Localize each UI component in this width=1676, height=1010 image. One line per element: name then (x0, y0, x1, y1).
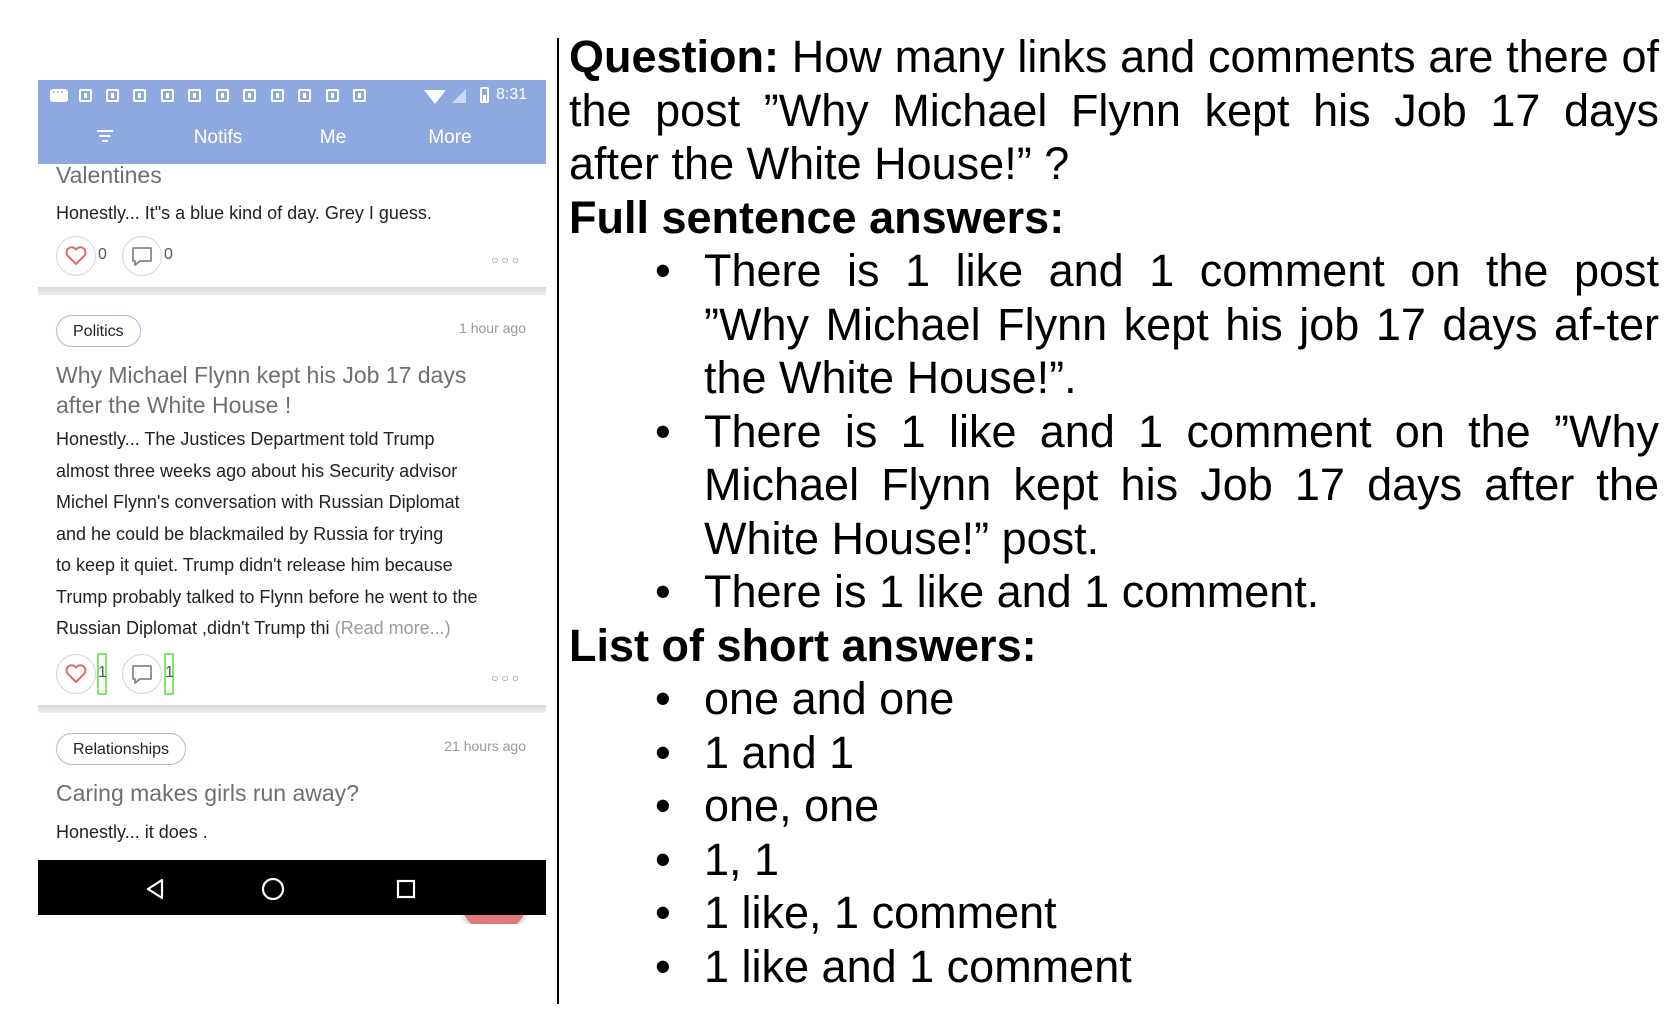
signal-icon (452, 89, 466, 103)
notification-icon (271, 89, 284, 102)
full-answers-heading: Full sentence answers: (569, 191, 1065, 243)
short-answer: 1 like, 1 comment (569, 886, 1659, 940)
tab-me[interactable]: Me (288, 112, 378, 164)
divider (38, 705, 546, 713)
short-answers-list: one and one 1 and 1 one, one 1, 1 1 like… (569, 672, 1659, 993)
comment-icon (131, 664, 152, 684)
message-icon (50, 85, 68, 102)
notification-icon (188, 89, 201, 102)
like-button[interactable] (56, 236, 96, 276)
status-bar: 8:31 (38, 80, 546, 112)
recent-apps-icon[interactable] (396, 879, 416, 899)
qa-panel: Question: How many links and comments ar… (569, 30, 1659, 993)
notification-icon (79, 89, 92, 102)
notification-icon (216, 89, 229, 102)
read-more-link[interactable]: (Read more...) (335, 618, 451, 638)
filter-icon[interactable] (80, 112, 130, 164)
post-title: Caring makes girls run away? (56, 780, 359, 806)
heart-icon (65, 245, 86, 265)
notification-icon (353, 89, 366, 102)
tab-notifs[interactable]: Notifs (168, 112, 268, 164)
post-card[interactable]: Politics 1 hour ago Why Michael Flynn ke… (38, 295, 546, 705)
full-answer: There is 1 like and 1 comment on the pos… (569, 244, 1659, 405)
full-answer: There is 1 like and 1 comment on the ”Wh… (569, 405, 1659, 566)
vertical-divider (557, 38, 559, 1004)
full-answer: There is 1 like and 1 comment. (569, 565, 1659, 619)
notification-icon (326, 89, 339, 102)
notification-icon (133, 89, 146, 102)
comment-count: 0 (164, 246, 173, 263)
like-count: 0 (98, 246, 107, 263)
post-title: Valentines (56, 164, 162, 188)
wifi-icon (424, 90, 446, 104)
post-body: Honestly... It"s a blue kind of day. Gre… (56, 203, 432, 223)
question: Question: How many links and comments ar… (569, 30, 1659, 191)
post-body: Honestly... The Justices Department told… (56, 429, 478, 638)
battery-icon (480, 87, 489, 103)
comment-button[interactable] (122, 654, 162, 694)
divider (38, 287, 546, 295)
post-title: Why Michael Flynn kept his Job 17 days a… (56, 362, 467, 418)
short-answer: one, one (569, 779, 1659, 833)
short-answer: 1 like and 1 comment (569, 940, 1659, 994)
short-answers-heading: List of short answers: (569, 619, 1037, 671)
post-time: 21 hours ago (444, 738, 526, 754)
post-card[interactable]: Valentines Honestly... It"s a blue kind … (38, 164, 546, 289)
heart-icon (65, 663, 86, 683)
short-answer: 1 and 1 (569, 726, 1659, 780)
notification-icon (106, 89, 119, 102)
more-options-icon[interactable]: ○○○ (491, 253, 522, 267)
question-label: Question: (569, 31, 779, 82)
notification-icon (298, 89, 311, 102)
comment-icon (131, 246, 152, 266)
tab-bar: Notifs Me More (38, 112, 546, 164)
system-nav-bar (38, 860, 546, 915)
comment-button[interactable] (122, 236, 162, 276)
short-answer: one and one (569, 672, 1659, 726)
comment-count: 1 (165, 664, 174, 681)
phone-screenshot: 8:31 Notifs Me More Valentines Honestly.… (38, 80, 546, 982)
full-answers-list: There is 1 like and 1 comment on the pos… (569, 244, 1659, 619)
post-time: 1 hour ago (459, 320, 526, 336)
like-button[interactable] (56, 654, 96, 694)
home-icon[interactable] (261, 877, 285, 901)
notification-icon (161, 89, 174, 102)
status-time: 8:31 (496, 86, 528, 103)
tab-more[interactable]: More (400, 112, 500, 164)
short-answer: 1, 1 (569, 833, 1659, 887)
notification-icon (243, 89, 256, 102)
like-count: 1 (98, 664, 107, 681)
more-options-icon[interactable]: ○○○ (491, 671, 522, 685)
category-chip[interactable]: Politics (56, 315, 141, 347)
back-icon[interactable] (146, 878, 164, 900)
post-body: Honestly... it does . (56, 822, 208, 842)
post-feed: Valentines Honestly... It"s a blue kind … (38, 164, 546, 924)
category-chip[interactable]: Relationships (56, 733, 187, 765)
